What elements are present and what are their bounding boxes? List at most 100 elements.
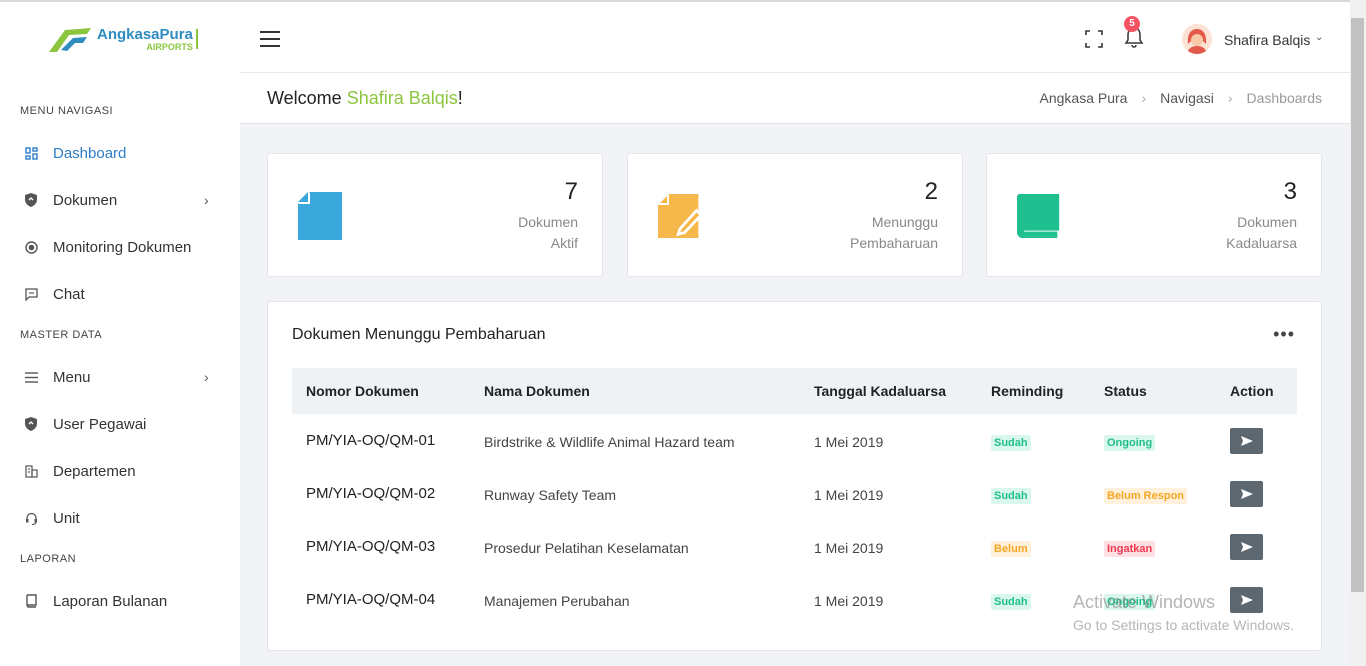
page-title: Welcome Shafira Balqis! [267, 88, 463, 108]
cell-nama: Prosedur Pelatihan Keselamatan [484, 540, 689, 556]
column-header: Nama Dokumen [484, 383, 590, 399]
dashboard-icon [24, 146, 38, 160]
stat-card-dokumen-aktif: 7 Dokumen Aktif [267, 153, 603, 277]
status-badge: Ongoing [1104, 435, 1156, 451]
cell-nama: Birdstrike & Wildlife Animal Hazard team [484, 434, 735, 450]
breadcrumb: Angkasa Pura › Navigasi › Dashboards [1040, 90, 1323, 106]
sidebar-item-dokumen[interactable]: Dokumen › [0, 180, 240, 220]
sidebar-item-user-pegawai[interactable]: User Pegawai [0, 404, 240, 444]
sidebar-item-label: Dashboard [53, 144, 127, 162]
scrollbar-thumb[interactable] [1351, 18, 1364, 592]
book-icon [24, 594, 38, 608]
edit-document-icon [658, 194, 702, 238]
brand-sub: AIRPORTS [146, 41, 193, 52]
chat-icon [24, 287, 38, 301]
table-header: Nomor Dokumen Nama Dokumen Tanggal Kadal… [292, 368, 1297, 414]
shield-icon [24, 417, 38, 431]
sidebar-item-label: Unit [53, 509, 80, 527]
sidebar-item-label: Chat [53, 285, 85, 303]
reminding-badge: Sudah [991, 594, 1031, 610]
brand-name: AngkasaPura [97, 25, 193, 43]
breadcrumb-item-dashboards: Dashboards [1246, 90, 1323, 106]
stat-label: Menunggu Pembaharuan [850, 214, 938, 251]
cell-tanggal: 1 Mei 2019 [814, 487, 884, 503]
status-badge: Belum Respon [1104, 488, 1188, 504]
stat-label: Dokumen Kadaluarsa [1226, 214, 1297, 251]
send-icon [1240, 595, 1253, 605]
breadcrumb-separator-icon: › [1227, 90, 1233, 106]
table-row: PM/YIA-OQ/QM-02 Runway Safety Team 1 Mei… [292, 467, 1297, 520]
breadcrumb-item-angkasa-pura[interactable]: Angkasa Pura [1040, 90, 1128, 106]
activation-watermark-subtitle: Go to Settings to activate Windows. [1073, 617, 1294, 633]
send-button[interactable] [1230, 428, 1263, 454]
stat-label: Dokumen Aktif [518, 214, 578, 251]
sidebar-item-label: Dokumen [53, 191, 118, 209]
sidebar-item-departemen[interactable]: Departemen [0, 451, 240, 491]
sidebar-item-monitoring-dokumen[interactable]: Monitoring Dokumen [0, 227, 240, 267]
sidebar-item-label: User Pegawai [53, 415, 147, 433]
document-icon [298, 192, 342, 240]
shield-icon [24, 193, 38, 207]
send-button[interactable] [1230, 481, 1263, 507]
cell-nomor: PM/YIA-OQ/QM-04 [306, 591, 436, 608]
chevron-right-icon: › [204, 369, 209, 385]
column-header: Status [1104, 383, 1147, 399]
sidebar-item-label: Monitoring Dokumen [53, 238, 192, 256]
status-badge: Ingatkan [1104, 541, 1156, 557]
stat-value: 7 [564, 178, 578, 205]
cell-tanggal: 1 Mei 2019 [814, 593, 884, 609]
breadcrumb-separator-icon: › [1141, 90, 1147, 106]
stat-card-dokumen-kadaluarsa: 3 Dokumen Kadaluarsa [986, 153, 1322, 277]
target-icon [24, 240, 38, 254]
sidebar-item-label: Departemen [53, 462, 136, 480]
headset-icon [24, 511, 38, 525]
send-icon [1240, 436, 1253, 446]
fullscreen-icon[interactable] [1085, 30, 1103, 48]
send-button[interactable] [1230, 587, 1263, 613]
hamburger-menu-icon[interactable] [260, 31, 280, 47]
send-icon [1240, 489, 1253, 499]
section-menu-navigasi: MENU NAVIGASI [20, 105, 114, 117]
more-options-icon[interactable]: ••• [1273, 324, 1295, 345]
reminding-badge: Sudah [991, 435, 1031, 451]
cell-nama: Manajemen Perubahan [484, 593, 630, 609]
sidebar-item-chat[interactable]: Chat [0, 274, 240, 314]
cell-nomor: PM/YIA-OQ/QM-01 [306, 432, 436, 449]
welcome-bar: Welcome Shafira Balqis! Angkasa Pura › N… [240, 73, 1350, 124]
sidebar-item-laporan-bulanan[interactable]: Laporan Bulanan [0, 581, 240, 621]
stat-card-menunggu-pembaharuan: 2 Menunggu Pembaharuan [627, 153, 963, 277]
section-laporan: LAPORAN [20, 553, 77, 565]
section-master-data: MASTER DATA [20, 329, 103, 341]
reminding-badge: Sudah [991, 488, 1031, 504]
table-row: PM/YIA-OQ/QM-03 Prosedur Pelatihan Kesel… [292, 520, 1297, 573]
sidebar: AngkasaPura AIRPORTS MENU NAVIGASI Dashb… [0, 0, 240, 666]
send-button[interactable] [1230, 534, 1263, 560]
activation-watermark-title: Activate Windows [1073, 592, 1216, 612]
card-title: Dokumen Menunggu Pembaharuan [292, 326, 546, 343]
table-row: PM/YIA-OQ/QM-01 Birdstrike & Wildlife An… [292, 414, 1297, 467]
notification-badge: 5 [1124, 16, 1140, 32]
list-icon [24, 370, 38, 384]
building-icon [24, 464, 38, 478]
cell-tanggal: 1 Mei 2019 [814, 434, 884, 450]
logo-mark-icon [49, 28, 91, 52]
top-navbar: 5 Shafira Balqis ⌄ [240, 0, 1350, 73]
brand-logo[interactable]: AngkasaPura AIRPORTS [47, 24, 198, 54]
cell-nomor: PM/YIA-OQ/QM-03 [306, 538, 436, 555]
stat-value: 2 [924, 178, 938, 205]
avatar[interactable] [1182, 24, 1212, 54]
reminding-badge: Belum [991, 541, 1031, 557]
welcome-user-name: Shafira Balqis [346, 88, 458, 108]
stat-value: 3 [1283, 178, 1297, 205]
sidebar-item-menu[interactable]: Menu › [0, 357, 240, 397]
column-header: Action [1230, 383, 1274, 399]
chevron-right-icon: › [204, 192, 209, 208]
logo-divider [195, 29, 198, 49]
breadcrumb-item-navigasi[interactable]: Navigasi [1160, 90, 1214, 106]
book-icon [1017, 194, 1060, 238]
sidebar-item-unit[interactable]: Unit [0, 498, 240, 538]
chevron-down-icon[interactable]: ⌄ [1315, 32, 1323, 43]
user-name[interactable]: Shafira Balqis [1224, 32, 1310, 48]
column-header: Nomor Dokumen [306, 383, 419, 399]
sidebar-item-dashboard[interactable]: Dashboard [0, 133, 240, 173]
